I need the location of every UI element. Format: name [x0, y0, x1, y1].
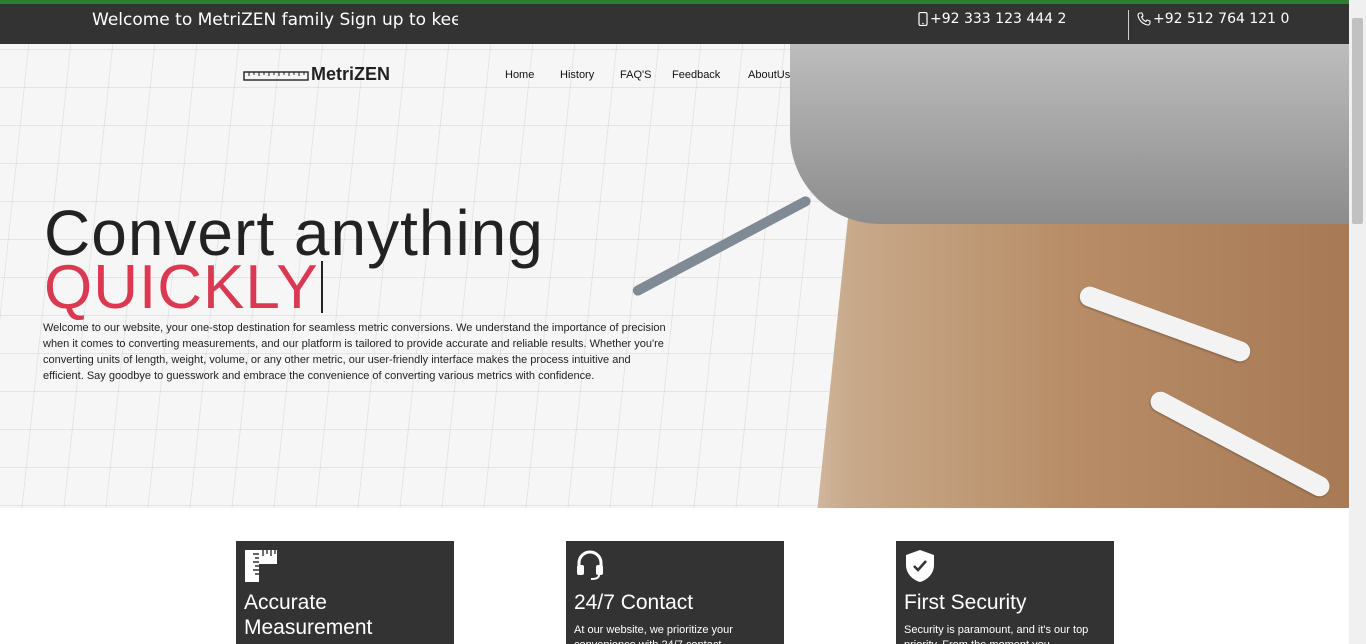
phone-landline-number: +92 512 764 121 0: [1153, 11, 1290, 27]
feature-card-text: At our website, we prioritize your conve…: [574, 624, 733, 644]
feature-card-accurate: Accurate Measurement: [236, 541, 454, 644]
ruler-icon: [243, 69, 309, 81]
feature-card-title: Accurate Measurement: [244, 591, 373, 639]
nav-home[interactable]: Home: [505, 69, 534, 81]
phone-mobile-number: +92 333 123 444 2: [930, 11, 1067, 27]
brand-logo[interactable]: MetriZEN: [243, 64, 390, 85]
nav-faqs[interactable]: FAQ'S: [620, 69, 651, 81]
phone-landline[interactable]: +92 512 764 121 0: [1137, 11, 1289, 27]
feature-card-title: 24/7 Contact: [574, 591, 694, 614]
top-bar: Welcome to MetriZEN family Sign up to ke…: [0, 4, 1366, 44]
telephone-icon: [1137, 12, 1151, 26]
nav-feedback[interactable]: Feedback: [672, 69, 720, 81]
nav-history[interactable]: History: [560, 69, 594, 81]
hero-drill-image: [790, 44, 1349, 224]
mobile-phone-icon: [918, 12, 928, 26]
feature-card-text: Security is paramount, and it's our top …: [904, 624, 1089, 644]
brand-name: MetriZEN: [311, 64, 391, 84]
hero-wall-plug-image: [1077, 283, 1253, 365]
topbar-divider: [1128, 10, 1129, 40]
hero-wall-plug-image: [1147, 388, 1333, 500]
nav-aboutus[interactable]: AboutUs: [748, 69, 790, 81]
headset-icon: [574, 549, 606, 585]
typing-cursor: [321, 261, 323, 313]
welcome-marquee-text: Welcome to MetriZEN family Sign up to ke…: [92, 10, 458, 30]
hero-typed-word: QUICKLY: [44, 253, 319, 322]
welcome-marquee: Welcome to MetriZEN family Sign up to ke…: [92, 4, 458, 44]
feature-card-contact: 24/7 Contact At our website, we prioriti…: [566, 541, 784, 644]
feature-card-title: First Security: [904, 591, 1027, 614]
feature-card-security: First Security Security is paramount, an…: [896, 541, 1114, 644]
ruler-icon: [244, 549, 278, 587]
page-scrollbar-thumb[interactable]: [1352, 18, 1363, 224]
shield-check-icon: [904, 549, 936, 587]
hero-intro-text: Welcome to our website, your one-stop de…: [43, 322, 666, 382]
phone-mobile[interactable]: +92 333 123 444 2: [918, 11, 1066, 27]
